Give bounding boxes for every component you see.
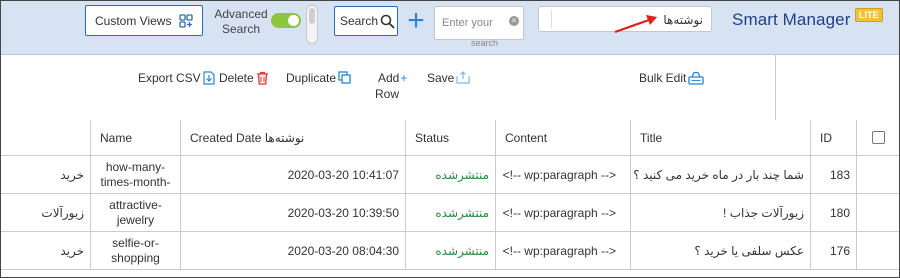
table-cell-created-date[interactable]: 2020-03-20 08:04:30 [181,232,406,270]
table-cell-title[interactable]: زیورآلات جذاب ! [631,194,811,232]
select-all-cell [857,120,899,156]
table-cell-content[interactable]: <!-- wp:paragraph --> [496,232,631,270]
add-row-label-line1: Add [378,71,400,85]
export-csv-label: Export CSV [138,71,201,85]
search-icon [380,14,395,29]
advanced-search-toggle[interactable] [271,13,301,28]
post-type-value: نوشته‌ها [663,13,703,27]
table-cell-id[interactable]: 176 [811,232,857,270]
table-cell-category[interactable]: خرید [1,156,91,194]
toggle-knob [288,15,299,26]
search-button[interactable]: Search [334,6,398,36]
toolbar-spacer [776,55,899,121]
table-cell-content[interactable]: <!-- wp:paragraph --> [496,156,631,194]
delete-label: Delete [219,71,254,85]
add-row-label-line2: Row [375,87,400,101]
table-cell-status[interactable]: منتشرشده [406,194,496,232]
brand-title: Smart Manager [732,10,851,29]
lite-badge: LITE [855,8,883,22]
column-header-title[interactable]: Title [631,120,811,156]
table-cell-title[interactable]: شما چند بار در ماه خرید می کنید ؟ [631,156,811,194]
red-arrow-annotation-icon [614,15,657,34]
column-header-content[interactable]: Content [496,120,631,156]
duplicate-label: Duplicate [286,71,337,85]
column-header-blank[interactable] [1,120,91,156]
bulk-edit-button[interactable]: Bulk Edit [639,70,705,86]
export-icon [203,71,215,85]
add-condition-button[interactable]: + [404,6,428,36]
vertical-scrollbar[interactable] [306,5,318,44]
table-cell-content[interactable]: <!-- wp:paragraph --> [496,194,631,232]
search-sub-label: search [471,38,499,48]
scrollbar-thumb[interactable] [309,8,315,24]
save-button[interactable]: Save [427,70,470,86]
table-cell-select [857,232,899,270]
table-cell-id[interactable]: 183 [811,156,857,194]
save-icon [456,71,470,84]
advanced-search-label: Advanced Search [214,7,268,36]
duplicate-icon [338,71,351,84]
search-button-label: Search [340,14,379,28]
bulk-edit-icon [688,71,705,85]
table-cell-created-date[interactable]: 2020-03-20 10:41:07 [181,156,406,194]
grid-add-icon [179,14,193,28]
table-cell-category[interactable]: خرید [1,232,91,270]
select-handle [543,10,552,28]
table-cell-status[interactable]: منتشرشده [406,156,496,194]
top-bar: Custom Views Advanced Search Search + En… [1,1,899,55]
table-cell-created-date[interactable]: 2020-03-20 10:39:50 [181,194,406,232]
save-label: Save [427,71,455,85]
add-row-top: Add + [375,70,407,86]
plus-icon: + [400,71,408,85]
bulk-edit-label: Bulk Edit [639,71,687,85]
column-header-name[interactable]: Name [91,120,181,156]
trash-icon [256,71,268,85]
duplicate-button[interactable]: Duplicate [286,70,351,86]
column-header-status[interactable]: Status [406,120,496,156]
custom-views-button[interactable]: Custom Views [85,5,203,36]
table-cell-id[interactable]: 180 [811,194,857,232]
table-cell-category[interactable]: زیورآلات [1,194,91,232]
add-row-button[interactable]: Add + Row [375,70,407,102]
table-cell-name[interactable]: attractive-jewelry [91,194,181,232]
search-input[interactable]: Enter your × [434,6,524,40]
column-header-created-date[interactable]: Created Date نوشته‌ها [181,120,406,156]
table-cell-name[interactable]: selfie-or-shopping [91,232,181,270]
smart-manager-window: Custom Views Advanced Search Search + En… [0,0,900,278]
table-cell-title[interactable]: عکس سلفی یا خرید ؟ [631,232,811,270]
custom-views-label: Custom Views [95,13,172,28]
table-cell-name[interactable]: how-many-times-month- [91,156,181,194]
search-placeholder: Enter your [442,17,493,29]
delete-button[interactable]: Delete [219,70,269,86]
select-all-checkbox[interactable] [871,131,885,144]
column-header-id[interactable]: ID [811,120,857,156]
export-csv-button[interactable]: Export CSV [138,70,215,86]
action-toolbar: Export CSV Delete Duplicate Add + Row Sa… [1,55,776,121]
table-cell-select [857,194,899,232]
table-cell-status[interactable]: منتشرشده [406,232,496,270]
table-cell-select [857,156,899,194]
clear-search-icon[interactable]: × [509,16,519,26]
